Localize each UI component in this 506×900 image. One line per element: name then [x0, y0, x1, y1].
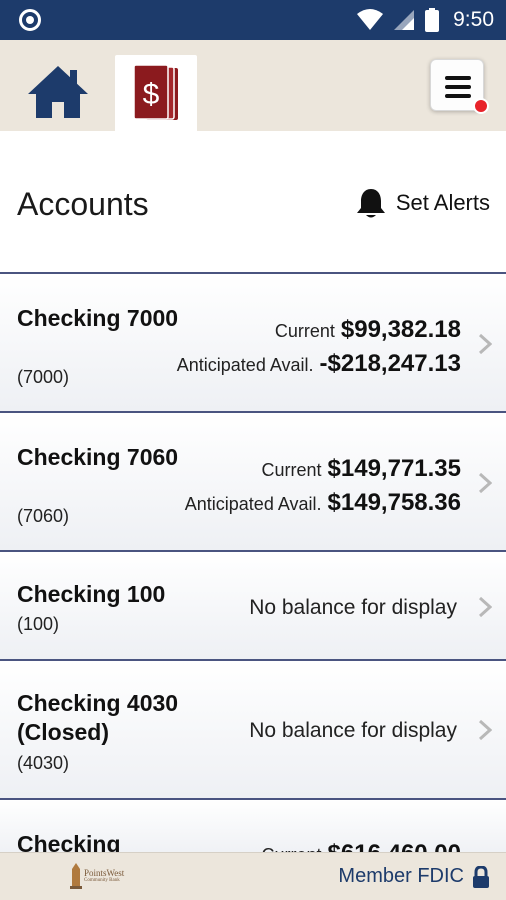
accounts-tab[interactable]: $ [115, 55, 197, 131]
account-row[interactable]: Checking 7000 (7000) Current $99,382.18 … [0, 272, 506, 411]
account-number: (100) [17, 614, 60, 634]
page-title: Accounts [17, 186, 149, 222]
chevron-right-icon [478, 719, 492, 741]
account-name: Checking 7060 [17, 444, 179, 470]
anticipated-value: $149,758.36 [327, 489, 461, 516]
anticipated-label: Anticipated Avail. [184, 494, 322, 514]
status-bar: 9:50 [0, 0, 506, 40]
anticipated-balance: Anticipated Avail. $149,758.36 [185, 489, 461, 517]
current-label: Current [274, 321, 335, 341]
status-time: 9:50 [453, 8, 494, 31]
bank-logo: PointsWest Community Bank [70, 863, 124, 889]
anticipated-balance: Anticipated Avail. -$218,247.13 [177, 350, 461, 378]
bank-building-icon [70, 863, 82, 889]
fdic-label: Member FDIC [338, 865, 464, 887]
chevron-right-icon [478, 472, 492, 494]
dollar-cards-icon: $ [133, 64, 178, 120]
account-number: (4030) [17, 753, 70, 773]
current-value: $99,382.18 [340, 316, 461, 343]
home-icon [28, 66, 88, 118]
chevron-right-icon [478, 596, 492, 618]
home-tab[interactable] [26, 64, 90, 120]
lock-icon [473, 865, 489, 888]
current-label: Current [261, 460, 322, 480]
account-row[interactable]: Checking 100 (100) No balance for displa… [0, 550, 506, 659]
bell-icon [356, 189, 385, 218]
page-header: Accounts Set Alerts [0, 131, 506, 273]
chevron-right-icon [478, 333, 492, 355]
current-balance: Current $99,382.18 [275, 316, 461, 344]
member-fdic: Member FDIC [338, 865, 490, 888]
notification-badge [473, 98, 489, 114]
account-row[interactable]: Checking 4030 (Closed) (4030) No balance… [0, 659, 506, 798]
hamburger-menu-icon [445, 76, 471, 103]
signal-icon [394, 10, 415, 30]
account-number: (7000) [17, 367, 70, 387]
set-alerts-label: Set Alerts [395, 190, 490, 215]
account-name: Checking 100 [17, 581, 166, 607]
current-balance: Current $149,771.35 [262, 455, 462, 483]
notification-circle-icon [19, 9, 41, 31]
account-name: Checking 7000 [17, 305, 179, 331]
account-list: Checking 7000 (7000) Current $99,382.18 … [0, 272, 506, 867]
set-alerts-button[interactable]: Set Alerts [356, 187, 490, 219]
footer: PointsWest Community Bank Member FDIC [0, 852, 506, 900]
no-balance-text: No balance for display [249, 719, 457, 742]
battery-icon [425, 8, 440, 32]
account-name: Checking 4030 (Closed) [17, 690, 179, 745]
svg-text:$: $ [143, 78, 160, 111]
anticipated-value: -$218,247.13 [319, 350, 461, 377]
status-icons: 9:50 [357, 6, 494, 34]
wifi-icon [357, 9, 384, 30]
current-value: $149,771.35 [327, 455, 461, 482]
account-row[interactable]: Checking Current $616,460.00 [0, 798, 506, 867]
account-row[interactable]: Checking 7060 (7060) Current $149,771.35… [0, 411, 506, 550]
top-tab-bar: $ [0, 40, 506, 131]
anticipated-label: Anticipated Avail. [176, 355, 314, 375]
no-balance-text: No balance for display [249, 596, 457, 619]
bank-logo-sub: Community Bank [84, 878, 120, 883]
bank-logo-name: PointsWest [84, 868, 125, 878]
account-number: (7060) [17, 506, 70, 526]
